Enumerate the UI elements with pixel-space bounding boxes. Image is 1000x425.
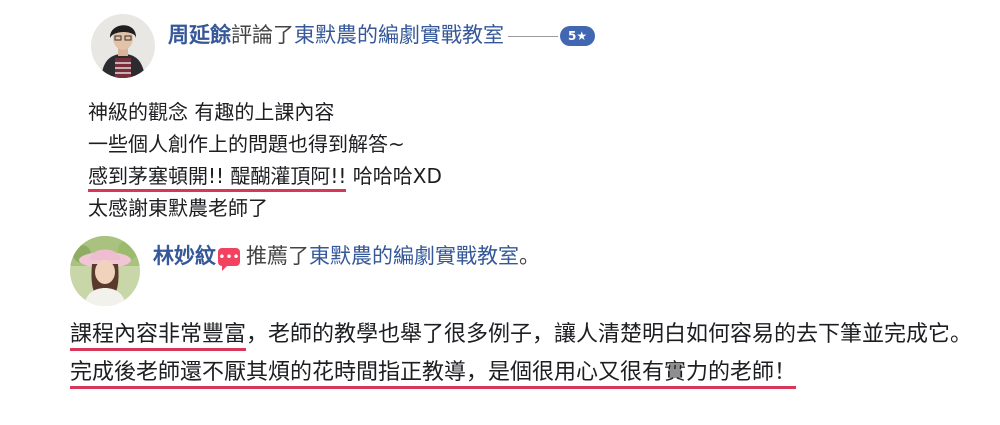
review-header: 周延餘評論了東默農的編劇實戰教室 5★ xyxy=(168,19,596,49)
highlighted-text: 課程內容非常豐富 xyxy=(70,322,247,351)
rating-badge: 5★ xyxy=(560,26,596,46)
highlighted-text: 完成後老師還不厭其煩的花時間指正教導，是個很用心又很有實力的老師！ xyxy=(70,360,797,389)
review-action: 推薦了 xyxy=(246,244,309,268)
review-text: 神級的觀念 有趣的上課內容 一些個人創作上的問題也得到解答~ 感到茅塞頓開!! … xyxy=(88,96,442,224)
divider-line xyxy=(508,35,558,37)
page-link[interactable]: 東默農的編劇實戰教室 xyxy=(294,23,504,47)
avatar[interactable] xyxy=(70,236,140,306)
review-header: 林妙紋 ••• 推薦了東默農的編劇實戰教室。 xyxy=(153,240,540,271)
review-line: 一些個人創作上的問題也得到解答~ xyxy=(88,132,405,156)
reviewer-name[interactable]: 林妙紋 xyxy=(153,244,216,268)
review-text-middle: ，老師的教學也舉了很多例子，讓人清楚明白如何容易的去下筆並完成它。 xyxy=(246,322,973,347)
review-line: 感到茅塞頓開!! 醍醐灌頂阿!! 哈哈哈XD xyxy=(88,160,442,192)
review-line: 神級的觀念 有趣的上課內容 xyxy=(88,100,335,124)
end-mark: 。 xyxy=(519,244,540,268)
reviewer-name[interactable]: 周延餘 xyxy=(168,23,231,47)
highlighted-text: 感到茅塞頓開!! 醍醐灌頂阿!! xyxy=(88,164,347,192)
recommend-icon: ••• xyxy=(218,248,240,271)
page-link[interactable]: 東默農的編劇實戰教室 xyxy=(309,244,519,268)
review-text-tail: 哈哈哈XD xyxy=(346,164,442,188)
review-text: 課程內容非常豐富，老師的教學也舉了很多例子，讓人清楚明白如何容易的去下筆並完成它… xyxy=(70,316,975,392)
review-line: 太感謝東默農老師了 xyxy=(88,196,268,220)
avatar[interactable] xyxy=(91,14,155,78)
review-action: 評論了 xyxy=(231,23,294,47)
